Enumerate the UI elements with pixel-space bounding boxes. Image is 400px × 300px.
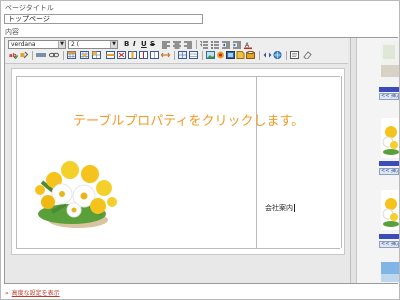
font-size-value: 2 ( [71,41,80,48]
thumbnail-flower-image [381,190,399,230]
toolbar-separator [259,51,260,60]
table-border-right [341,76,342,248]
merge-cells-icon[interactable] [161,51,170,59]
indent-icon[interactable] [233,41,241,49]
insert-row-icon[interactable] [106,51,115,59]
cell-properties-icon[interactable] [92,51,101,59]
editor-content-area[interactable]: 会社案内 [11,68,345,255]
editor-toolbar: verdana ▼ 2 ( ▼ B I U S A ab [5,38,348,64]
toolbar-separator [196,40,197,49]
page-edit-form: ページタイトル トップページ 内容 verdana ▼ 2 ( ▼ B I U … [0,0,400,300]
image-insert-sidebar: << 挿入す << 挿入す << 挿入す [350,38,399,283]
chevron-down-icon: ▼ [110,41,117,48]
split-cell-icon[interactable] [150,51,159,59]
align-right-icon[interactable] [184,41,192,49]
text-color-icon[interactable]: A [244,41,252,49]
source-view-icon[interactable] [290,51,299,59]
thumbnail-sky-image [381,262,399,282]
globe-icon[interactable] [273,51,282,59]
font-family-value: verdana [11,41,36,48]
advanced-settings-link[interactable]: » 高度な設定を表示 [5,288,60,297]
table-border-left [16,76,17,248]
unordered-list-icon[interactable] [211,41,219,49]
page-title-input[interactable]: トップページ [4,14,203,24]
advanced-settings-label: 高度な設定を表示 [11,290,60,297]
tools-icon[interactable] [20,51,28,59]
text-cursor [294,204,295,212]
instruction-callout: テーブルプロパティをクリックします。 [73,114,305,129]
thumbnail-flower-image [381,118,399,158]
strikethrough-button[interactable]: S [150,40,155,48]
sidebar-scrollbar[interactable] [351,38,357,283]
insert-flash-icon[interactable] [216,51,225,59]
toolbar-separator [286,51,287,60]
toolbar-separator [202,51,203,60]
anchor-arrows-icon[interactable] [263,51,272,59]
insert-button[interactable]: << 挿入す [379,93,399,100]
content-label: 内容 [5,28,19,36]
insert-button[interactable]: << 挿入す [379,168,399,175]
insert-media-icon[interactable] [226,51,235,59]
thumbnail-room-image [381,41,399,77]
insert-button[interactable]: << 挿入す [379,241,399,248]
table-cell-divider [256,76,257,248]
insert-table-icon[interactable] [67,51,76,59]
italic-button[interactable]: I [133,40,136,48]
outdent-icon[interactable] [222,41,230,49]
selection-strip [379,234,399,239]
flower-bouquet-image [35,161,117,228]
show-grid-icon[interactable] [178,51,187,59]
table-border-top [16,76,340,77]
ordered-list-icon[interactable] [200,41,208,49]
eraser-icon[interactable] [303,51,312,59]
insert-image-icon[interactable] [206,51,215,59]
insert-form-icon[interactable] [246,51,255,59]
link-icon[interactable] [49,51,59,59]
delete-column-icon[interactable] [139,51,148,59]
table-properties-icon[interactable] [80,51,89,59]
selection-strip [379,161,399,166]
insert-file-icon[interactable] [236,51,245,59]
align-left-icon[interactable] [162,41,170,49]
toolbar-separator [174,51,175,60]
font-size-select[interactable]: 2 ( ▼ [68,40,118,49]
horizontal-rule-icon[interactable] [36,51,46,59]
arrow-right-icon: » [5,290,9,297]
chevron-down-icon: ▼ [58,41,65,48]
rich-text-editor: verdana ▼ 2 ( ▼ B I U S A ab 会社案内 テーブルプロ… [4,37,399,284]
insert-column-icon[interactable] [128,51,137,59]
underline-button[interactable]: U [141,40,147,48]
spellcheck-icon[interactable]: ab [9,51,18,59]
company-info-text: 会社案内 [265,203,295,213]
table-border-bottom [16,248,340,249]
toolbar-separator [32,51,33,60]
toolbar-separator [63,51,64,60]
page-title-label: ページタイトル [5,4,54,12]
align-center-icon[interactable] [173,41,181,49]
font-family-select[interactable]: verdana ▼ [8,40,66,49]
company-info-label: 会社案内 [265,204,293,212]
bold-button[interactable]: B [124,40,129,48]
delete-row-icon[interactable] [117,51,126,59]
selection-strip [379,87,399,92]
visual-aid-icon[interactable] [189,51,198,59]
